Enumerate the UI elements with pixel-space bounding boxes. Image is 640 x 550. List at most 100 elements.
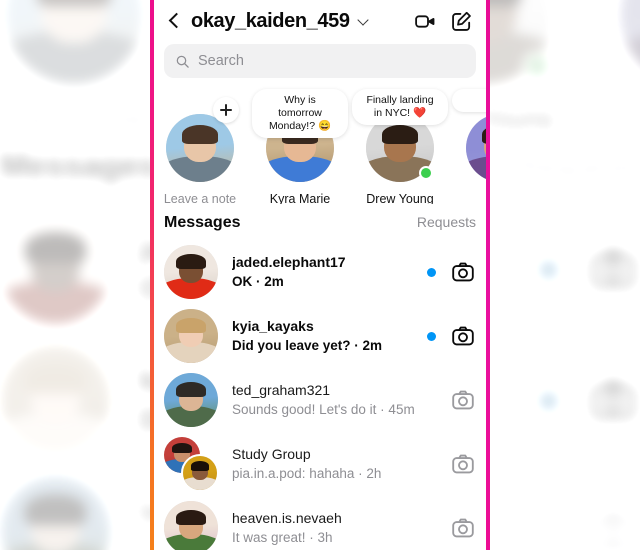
note-label: Leave a note	[163, 192, 237, 204]
video-camera-icon[interactable]	[410, 6, 440, 36]
camera-icon	[591, 380, 636, 420]
avatar[interactable]	[164, 245, 218, 299]
camera-icon	[591, 512, 636, 550]
camera-button	[587, 373, 640, 426]
avatar[interactable]	[166, 114, 234, 182]
avatar	[0, 213, 111, 325]
conversation-name: jaded.elephant17	[232, 254, 346, 270]
row-text: Study Group pia.in.a.pod: hahaha · 2h	[232, 445, 419, 483]
row-actions	[539, 505, 639, 550]
screenshot-stage: okay_kaiden_459 Search	[0, 0, 640, 550]
row-text: kyia_kayaks Did you leave yet? · 2m	[232, 317, 419, 355]
search-input[interactable]: Search	[164, 44, 476, 78]
unread-status-placeholder	[539, 522, 557, 540]
camera-button[interactable]	[450, 323, 476, 349]
row-text: ted_graham321 Sounds good! Let's do it ·…	[232, 381, 419, 419]
account-switcher-chevron-down-icon[interactable]	[357, 14, 371, 28]
avatar	[4, 0, 144, 85]
conversation-name: heaven.is.nevaeh	[232, 510, 342, 526]
note-item[interactable]: Why is tomorrow Monday!? 😄 Kyra Marie	[250, 89, 350, 204]
avatar	[619, 0, 640, 85]
camera-button[interactable]	[450, 515, 476, 541]
online-status-indicator	[522, 51, 552, 81]
avatar	[181, 454, 219, 492]
note-item: Ga w Jac	[587, 0, 640, 129]
note-bubble[interactable]: Ga w	[452, 89, 490, 112]
requests-link[interactable]: Requests	[417, 214, 476, 230]
compose-edit-icon[interactable]	[446, 6, 476, 36]
notes-row[interactable]: Leave a note Why is tomorrow Monday!? 😄 …	[150, 86, 490, 204]
note-avatar-wrap	[619, 0, 640, 85]
add-note-plus-icon[interactable]	[213, 97, 239, 123]
note-label: Leave a note	[0, 104, 149, 130]
conversation-row[interactable]: ted_graham321 Sounds good! Let's do it ·…	[150, 368, 490, 432]
conversation-preview: It was great! · 3h	[232, 530, 333, 545]
row-actions	[427, 259, 476, 285]
avatar	[0, 475, 111, 550]
unread-status-placeholder	[427, 460, 436, 469]
row-avatar[interactable]	[164, 245, 218, 299]
note-item[interactable]: Leave a note	[150, 90, 250, 204]
conversation-row[interactable]: kyia_kayaks Did you leave yet? · 2m	[150, 304, 490, 368]
camera-icon	[452, 390, 474, 410]
row-actions	[427, 515, 476, 541]
conversation-preview: Sounds good! Let's do it · 45m	[232, 402, 415, 417]
back-chevron-icon[interactable]	[164, 11, 184, 31]
conversation-preview: OK · 2m	[232, 274, 284, 289]
search-icon	[176, 55, 189, 68]
search-placeholder: Search	[198, 53, 244, 69]
camera-button	[587, 242, 640, 295]
note-item[interactable]: Ga w Jac	[450, 89, 490, 204]
conversation-list: jaded.elephant17 OK · 2m kyia_kayaks Did…	[150, 240, 490, 550]
conversation-name: ted_graham321	[232, 382, 331, 398]
avatar[interactable]	[164, 373, 218, 427]
row-avatar[interactable]	[164, 437, 219, 492]
note-label: Drew Young	[366, 192, 434, 204]
row-avatar[interactable]	[164, 309, 218, 363]
avatar[interactable]	[164, 309, 218, 363]
row-actions	[539, 373, 639, 426]
conversation-row[interactable]: Study Group pia.in.a.pod: hahaha · 2h	[150, 432, 490, 496]
page-title: okay_kaiden_459	[191, 9, 350, 32]
row-actions	[427, 451, 476, 477]
camera-icon	[452, 518, 474, 538]
unread-status-placeholder	[427, 524, 436, 533]
note-bubble[interactable]: Finally landing in NYC! ❤️	[352, 89, 448, 125]
camera-button[interactable]	[450, 451, 476, 477]
messages-panel: okay_kaiden_459 Search Leave a note Why …	[150, 0, 490, 550]
row-actions	[539, 242, 639, 295]
row-text: jaded.elephant17 OK · 2m	[232, 253, 419, 291]
row-actions	[427, 323, 476, 349]
camera-icon	[591, 249, 636, 288]
row-avatar	[0, 213, 111, 325]
note-item[interactable]: Finally landing in NYC! ❤️ Drew Young	[350, 89, 450, 204]
row-actions	[427, 387, 476, 413]
note-avatar-wrap	[166, 97, 239, 182]
unread-status-placeholder	[427, 396, 436, 405]
row-avatar	[0, 344, 111, 456]
unread-status-badge	[539, 259, 558, 279]
camera-button[interactable]	[450, 387, 476, 413]
note-label: Kyra Marie	[269, 192, 331, 204]
camera-icon	[452, 454, 474, 474]
conversation-name: Study Group	[232, 446, 311, 462]
note-bubble[interactable]: Why is tomorrow Monday!? 😄	[252, 89, 348, 138]
conversation-row[interactable]: jaded.elephant17 OK · 2m	[150, 240, 490, 304]
row-avatar	[0, 475, 111, 550]
online-status-indicator	[419, 166, 433, 180]
camera-button[interactable]	[450, 259, 476, 285]
avatar	[0, 344, 111, 456]
camera-icon	[452, 326, 474, 346]
note-avatar-wrap	[4, 0, 144, 85]
messages-section-header: Messages Requests	[150, 204, 490, 240]
unread-status-badge	[539, 390, 558, 410]
panel-right-gradient-border	[486, 0, 490, 550]
conversation-row[interactable]: heaven.is.nevaeh It was great! · 3h	[150, 496, 490, 550]
messages-title: Messages	[164, 214, 241, 231]
avatar[interactable]	[164, 501, 218, 550]
unread-status-badge	[427, 331, 436, 341]
search-bar-container: Search	[150, 42, 490, 86]
row-avatar[interactable]	[164, 501, 218, 550]
row-avatar[interactable]	[164, 373, 218, 427]
conversation-name: kyia_kayaks	[232, 318, 314, 334]
